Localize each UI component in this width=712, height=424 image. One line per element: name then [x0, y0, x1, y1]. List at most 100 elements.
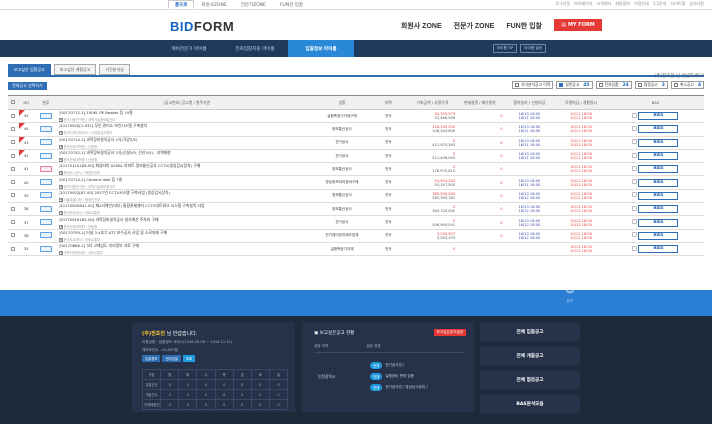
grid-cell[interactable]: 0: [268, 379, 289, 390]
my-form-button[interactable]: ▤ MY FORM: [554, 19, 602, 31]
table-row[interactable]: 35 [G0170866-1] 3차 고해상도 지리정보 자료 구매 ▪ 국토지리정보…: [8, 242, 704, 257]
grid-cell[interactable]: 0: [250, 399, 270, 410]
grid-cell[interactable]: 0: [196, 379, 216, 390]
filter-price-analysis[interactable]: 지가분석공고 이력: [512, 81, 554, 89]
bid-title[interactable]: [G0170714-1] 과학장비설치공사 2식(각양3/5): [59, 137, 316, 143]
util-notice[interactable]: 공지사항: [689, 1, 704, 7]
bas-button[interactable]: BAS: [638, 231, 679, 240]
grid-cell[interactable]: 0: [160, 389, 180, 400]
row-check[interactable]: [8, 122, 19, 137]
grid-cell[interactable]: 0: [214, 399, 234, 410]
all-bids-button[interactable]: 전체 입찰공고: [480, 322, 580, 342]
util-inquiry[interactable]: 1:1문의: [653, 1, 667, 7]
table-row[interactable]: 39 [20170922[67-00] 2017년 CCTV시스템 구축사업 (영…: [8, 189, 704, 204]
row-title[interactable]: [20170916185-00] 과학장비설치공사 설치계산 주차비 구매 ▪ 한국…: [57, 215, 317, 230]
bid-title[interactable]: [G0170742-1] 과학장비설치공사 2식(신설5/5, 선신5/5) -…: [59, 150, 316, 156]
util-guide[interactable]: 이용안내: [634, 1, 649, 7]
util-support[interactable]: 고객센터: [597, 1, 612, 7]
subnav-bid-info[interactable]: 입찰정보 마이룸: [288, 40, 354, 57]
row-title[interactable]: [G0170712-1] 100KL PE Beaker 등 10종 ▪ 한국식품연…: [57, 109, 317, 124]
tab-member-zone[interactable]: 회원사ZONE: [194, 0, 233, 9]
bid-title[interactable]: [20170920[1-031] 무인 관리소 보안시스템 구축설치: [59, 123, 316, 129]
table-row[interactable]: 43 [G0170714-1] 과학장비설치공사 2식(각양3/5) ▪ 한국산림과학…: [8, 136, 704, 150]
all-openings-button[interactable]: 전체 개찰공고: [480, 346, 580, 366]
pill-bid-info[interactable]: 입찰정보: [142, 355, 161, 362]
filter-cancelled[interactable]: 취소공고 4: [670, 81, 704, 89]
row-check[interactable]: [8, 215, 19, 230]
myroom-tip-button[interactable]: 마이룸 TIP: [492, 44, 518, 53]
util-memberinfo[interactable]: 회원정보: [615, 1, 630, 7]
collapse-toggle[interactable]: ︾ 닫기: [560, 291, 580, 304]
bas-button[interactable]: BAS: [638, 205, 679, 214]
table-row[interactable]: 41 [20170110189-00] 화성터미 A20BL 아파트 정보통신공사…: [8, 162, 704, 177]
filter-electronic[interactable]: 전자입찰 24: [595, 81, 632, 89]
grid-cell[interactable]: 0: [232, 389, 252, 400]
bid-title[interactable]: [20170920641-00] 제2서해안(대부) 통합관제센터 CCTV네트…: [59, 203, 316, 209]
grid-cell[interactable]: 0: [268, 389, 289, 400]
pill-lookup[interactable]: 조회: [182, 355, 196, 362]
bidform-logo[interactable]: BIDFORM: [170, 19, 234, 34]
grid-cell[interactable]: 0: [250, 379, 270, 390]
grid-cell[interactable]: 0: [214, 389, 234, 400]
bid-title[interactable]: [20170110189-00] 화성터미 A20BL 아파트 정보통신공사 C…: [59, 163, 316, 169]
row-title[interactable]: [20170110189-00] 화성터미 A20BL 아파트 정보통신공사 C…: [57, 162, 317, 177]
filter-general[interactable]: 일반공고 45: [556, 81, 593, 89]
row-title[interactable]: [G0170742-1] 과학장비설치공사 2식(신설5/5, 선신5/5) -…: [57, 149, 317, 164]
bid-title[interactable]: [G0170714-1] Camera Idiel 등 7종: [59, 177, 316, 183]
nav-fun-bid[interactable]: FUN한 입찰: [506, 21, 542, 31]
bid-title[interactable]: [G0170866-1] 3차 고해상도 지리정보 자료 구매: [59, 243, 316, 249]
bid-title[interactable]: [20170922[67-00] 2017년 CCTV시스템 구축사업 (영상감…: [59, 190, 316, 196]
filter-agreement[interactable]: 협정공고 3: [634, 81, 668, 89]
subnav-pre-expert[interactable]: 예비전문가 마이룸: [156, 40, 222, 57]
bas-button[interactable]: BAS: [638, 191, 679, 200]
grid-cell[interactable]: 0: [196, 399, 216, 410]
table-row[interactable]: 42 [G0170742-1] 과학장비설치공사 2식(신설5/5, 선신5/5)…: [8, 149, 704, 164]
row-title[interactable]: [G0170866-1] 3차 고해상도 지리정보 자료 구매 ▪ 국토지리정보원 …: [57, 242, 317, 257]
bas-button[interactable]: BAS: [638, 112, 679, 121]
pill-e-bid[interactable]: 전자입찰: [162, 355, 181, 362]
tab-wanted-openings[interactable]: 보고싶은 개찰공고: [53, 64, 97, 75]
tab-expert-zone[interactable]: 전문가ZONE: [234, 0, 273, 9]
bid-title[interactable]: [20170916185-00] 과학장비설치공사 설치계산 주차비 구매: [59, 217, 316, 223]
subnav-e-bid-support[interactable]: 전자입찰지원 마이룸: [222, 40, 288, 57]
table-row[interactable]: 40 [G0170714-1] Camera Idiel 등 7종 ▪ 한국식품연구원…: [8, 175, 704, 190]
bas-analysis-button[interactable]: BAS분석모음: [480, 394, 580, 414]
col-check[interactable]: [8, 95, 19, 110]
bas-button[interactable]: BAS: [638, 125, 679, 134]
util-sitemap[interactable]: 사이트맵: [671, 1, 686, 7]
table-row[interactable]: 44 [20170920[1-031] 무인 관리소 보안시스템 구축설치 ▪ 한국지…: [8, 122, 704, 137]
all-agreements-button[interactable]: 전체 협정공고: [480, 370, 580, 390]
wanted-bid-settings-button[interactable]: 보고싶은공고설정: [433, 329, 466, 336]
grid-cell[interactable]: 0: [268, 399, 289, 410]
tab-period-analysis[interactable]: 기간분석실: [99, 64, 130, 75]
util-logout[interactable]: 로그아웃: [555, 1, 570, 7]
row-check[interactable]: [8, 175, 19, 190]
table-row[interactable]: 37 [20170916185-00] 과학장비설치공사 설치계산 주차비 구매 ▪…: [8, 215, 704, 230]
row-check[interactable]: [8, 109, 19, 124]
grid-cell[interactable]: 0: [232, 399, 252, 410]
bas-button[interactable]: BAS: [638, 178, 679, 187]
row-title[interactable]: [G0170714-1] 과학장비설치공사 2식(각양3/5) ▪ 한국산림과학원 …: [57, 136, 317, 150]
select-all-button[interactable]: 전체공고 선택하기: [8, 82, 47, 90]
table-row[interactable]: 38 [20170920641-00] 제2서해안(대부) 통합관제센터 CCTV…: [8, 202, 704, 217]
grid-cell[interactable]: 0: [196, 389, 216, 400]
row-check[interactable]: [8, 189, 19, 204]
bas-button[interactable]: BAS: [638, 165, 679, 174]
grid-cell[interactable]: 0: [160, 379, 180, 390]
bas-button[interactable]: BAS: [638, 218, 679, 227]
nav-member-zone[interactable]: 회원사 ZONE: [401, 21, 442, 31]
grid-cell[interactable]: 0: [214, 379, 234, 390]
bas-button[interactable]: BAS: [638, 138, 679, 147]
row-title[interactable]: [G0170714-1] Camera Idiel 등 7종 ▪ 한국식품연구원 /…: [57, 175, 317, 190]
row-title[interactable]: [G0170759-1] 터널 3.4호기 ATT 보수공사 사업 및 소모자재…: [57, 229, 317, 243]
tab-home[interactable]: 홈으로: [168, 0, 195, 9]
grid-cell[interactable]: 0: [160, 399, 180, 410]
table-row[interactable]: 36 [G0170759-1] 터널 3.4호기 ATT 보수공사 사업 및 소모…: [8, 229, 704, 243]
util-mypage[interactable]: 마이페이지: [574, 1, 592, 7]
grid-cell[interactable]: 0: [178, 379, 198, 390]
row-title[interactable]: [20170920[1-031] 무인 관리소 보안시스템 구축설치 ▪ 한국지역난…: [57, 122, 317, 137]
nav-expert-zone[interactable]: 전문가 ZONE: [454, 21, 495, 31]
grid-cell[interactable]: 0: [232, 379, 252, 390]
table-row[interactable]: 45 [G0170712-1] 100KL PE Beaker 등 10종 ▪ 한국식…: [8, 109, 704, 124]
bas-button[interactable]: BAS: [638, 245, 679, 254]
